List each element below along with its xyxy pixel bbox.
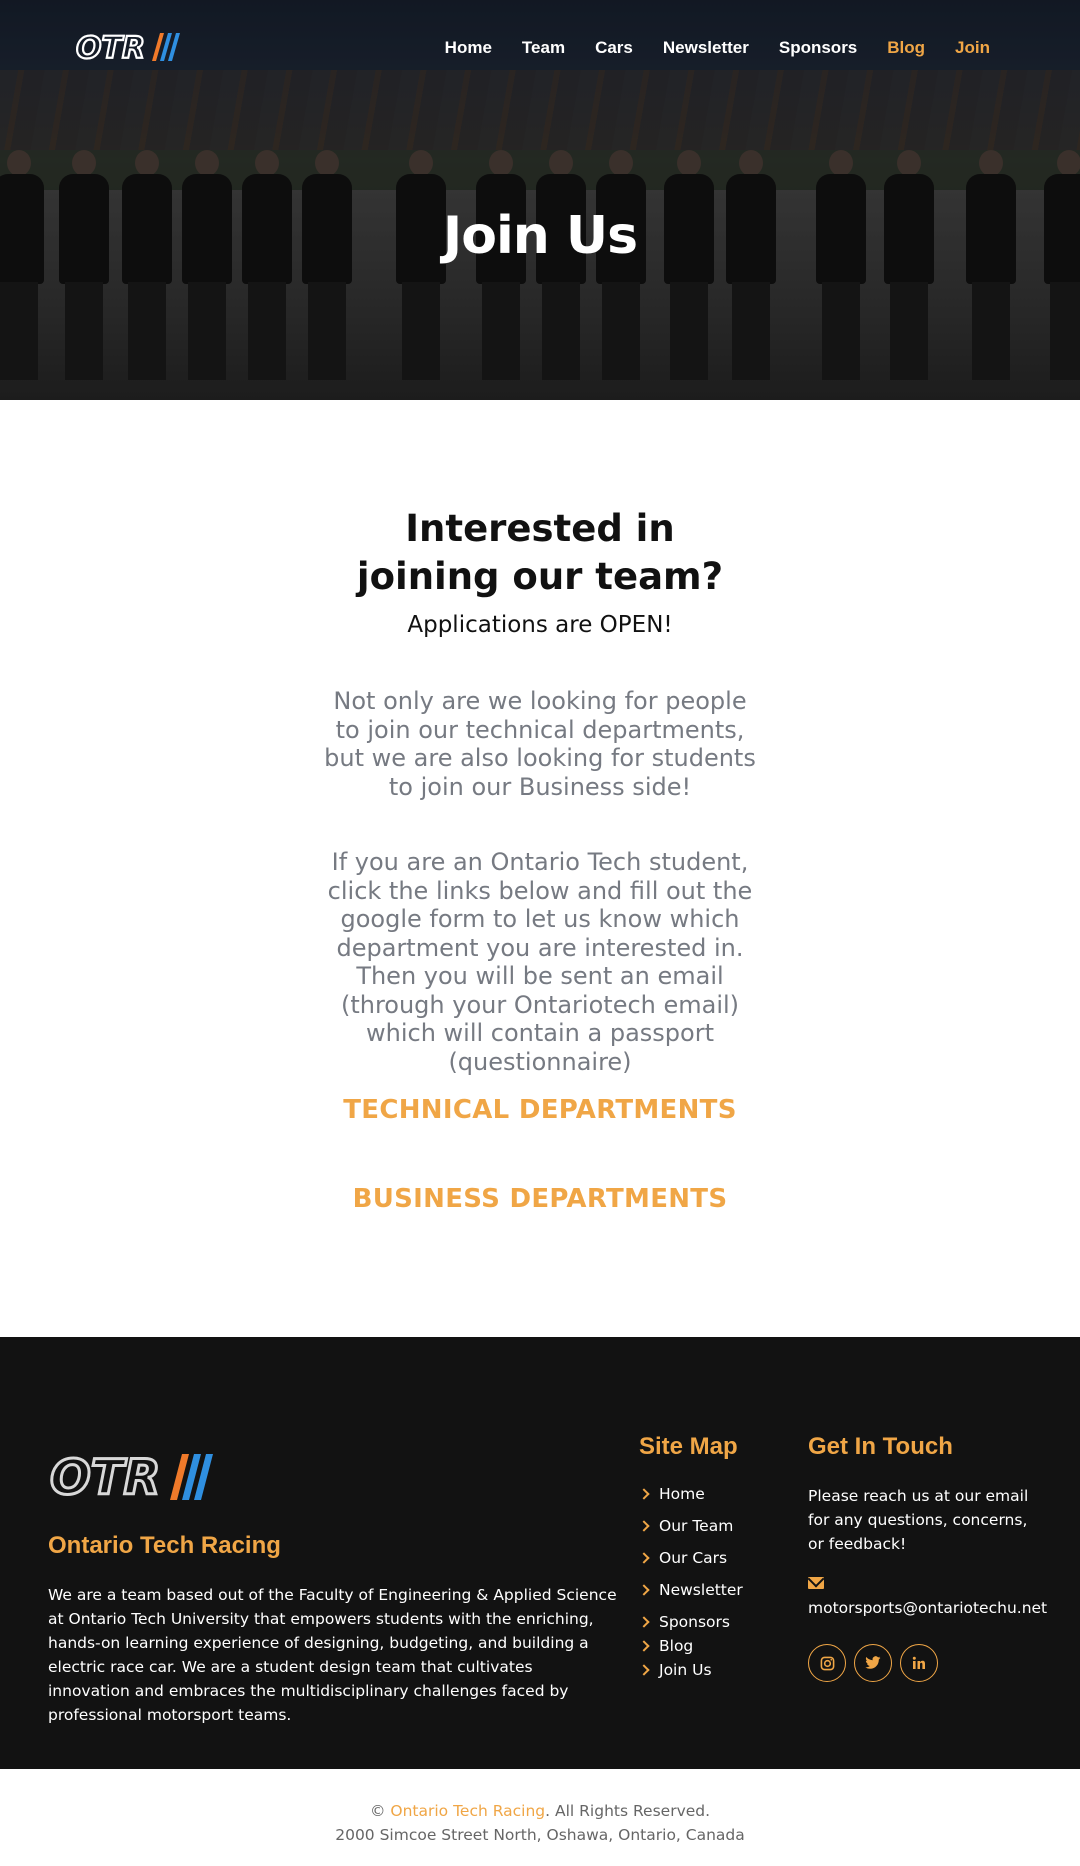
sitemap-title: Site Map (639, 1433, 738, 1460)
chevron-right-icon (638, 1552, 650, 1564)
instagram-button[interactable] (808, 1644, 846, 1682)
sitemap-item-our-cars[interactable]: Our Cars (638, 1549, 727, 1567)
envelope-icon (808, 1577, 824, 1589)
nav-team[interactable]: Team (522, 38, 565, 58)
section-heading: Interested in joining our team? (356, 507, 724, 598)
contact-email-link[interactable]: motorsports@ontariotechu.net (808, 1599, 1047, 1617)
svg-text:OTR: OTR (76, 31, 145, 63)
chevron-right-icon (638, 1584, 650, 1596)
nav-sponsors[interactable]: Sponsors (779, 38, 857, 58)
hero-title: Join Us (442, 206, 638, 266)
chevron-right-icon (638, 1520, 650, 1532)
sitemap-item-blog[interactable]: Blog (638, 1637, 693, 1655)
intro-paragraph: Not only are we looking for people to jo… (324, 687, 756, 801)
linkedin-button[interactable] (900, 1644, 938, 1682)
footer-description: We are a team based out of the Faculty o… (48, 1586, 617, 1724)
sitemap-item-sponsors[interactable]: Sponsors (638, 1613, 730, 1631)
chevron-right-icon (638, 1488, 650, 1500)
top-navigation: OTR Home Team Cars Newsletter Sponsors B… (0, 0, 1080, 100)
linkedin-icon (912, 1656, 925, 1669)
chevron-right-icon (638, 1664, 650, 1676)
footer: OTR Ontario Tech Racing We are a team ba… (0, 1337, 1080, 1769)
nav-blog[interactable]: Blog (887, 38, 925, 58)
join-section: Interested in joining our team? Applicat… (0, 400, 1080, 1337)
contact-title: Get In Touch (808, 1433, 953, 1460)
social-links (808, 1644, 938, 1682)
svg-text:OTR: OTR (50, 1450, 161, 1502)
chevron-right-icon (638, 1616, 650, 1628)
nav-home[interactable]: Home (445, 38, 492, 58)
business-departments-link[interactable]: BUSINESS DEPARTMENTS (0, 1184, 1080, 1214)
nav-menu: Home Team Cars Newsletter Sponsors Blog … (445, 38, 990, 58)
nav-join[interactable]: Join (955, 38, 990, 58)
twitter-button[interactable] (854, 1644, 892, 1682)
footer-brand: Ontario Tech Racing (48, 1532, 281, 1559)
contact-text: Please reach us at our email for any que… (808, 1487, 1029, 1553)
sitemap-item-join-us[interactable]: Join Us (638, 1661, 712, 1679)
copyright-org-link[interactable]: Ontario Tech Racing (390, 1802, 545, 1820)
copyright-line: © Ontario Tech Racing. All Rights Reserv… (369, 1802, 711, 1820)
technical-departments-link[interactable]: TECHNICAL DEPARTMENTS (0, 1095, 1080, 1125)
copyright-bar: © Ontario Tech Racing. All Rights Reserv… (0, 1769, 1080, 1866)
hero-banner: OTR Home Team Cars Newsletter Sponsors B… (0, 0, 1080, 400)
otr-footer-logo[interactable]: OTR (50, 1450, 220, 1502)
twitter-icon (865, 1656, 881, 1669)
sitemap-item-newsletter[interactable]: Newsletter (638, 1581, 743, 1599)
nav-newsletter[interactable]: Newsletter (663, 38, 749, 58)
address-line: 2000 Simcoe Street North, Oshawa, Ontari… (335, 1826, 745, 1844)
instructions-paragraph: If you are an Ontario Tech student, clic… (327, 848, 753, 1076)
sitemap-item-our-team[interactable]: Our Team (638, 1517, 733, 1535)
applications-status: Applications are OPEN! (407, 612, 673, 638)
otr-logo[interactable]: OTR (76, 31, 186, 63)
instagram-icon (820, 1656, 834, 1670)
sitemap-item-home[interactable]: Home (638, 1485, 705, 1503)
chevron-right-icon (638, 1640, 650, 1652)
nav-cars[interactable]: Cars (595, 38, 633, 58)
